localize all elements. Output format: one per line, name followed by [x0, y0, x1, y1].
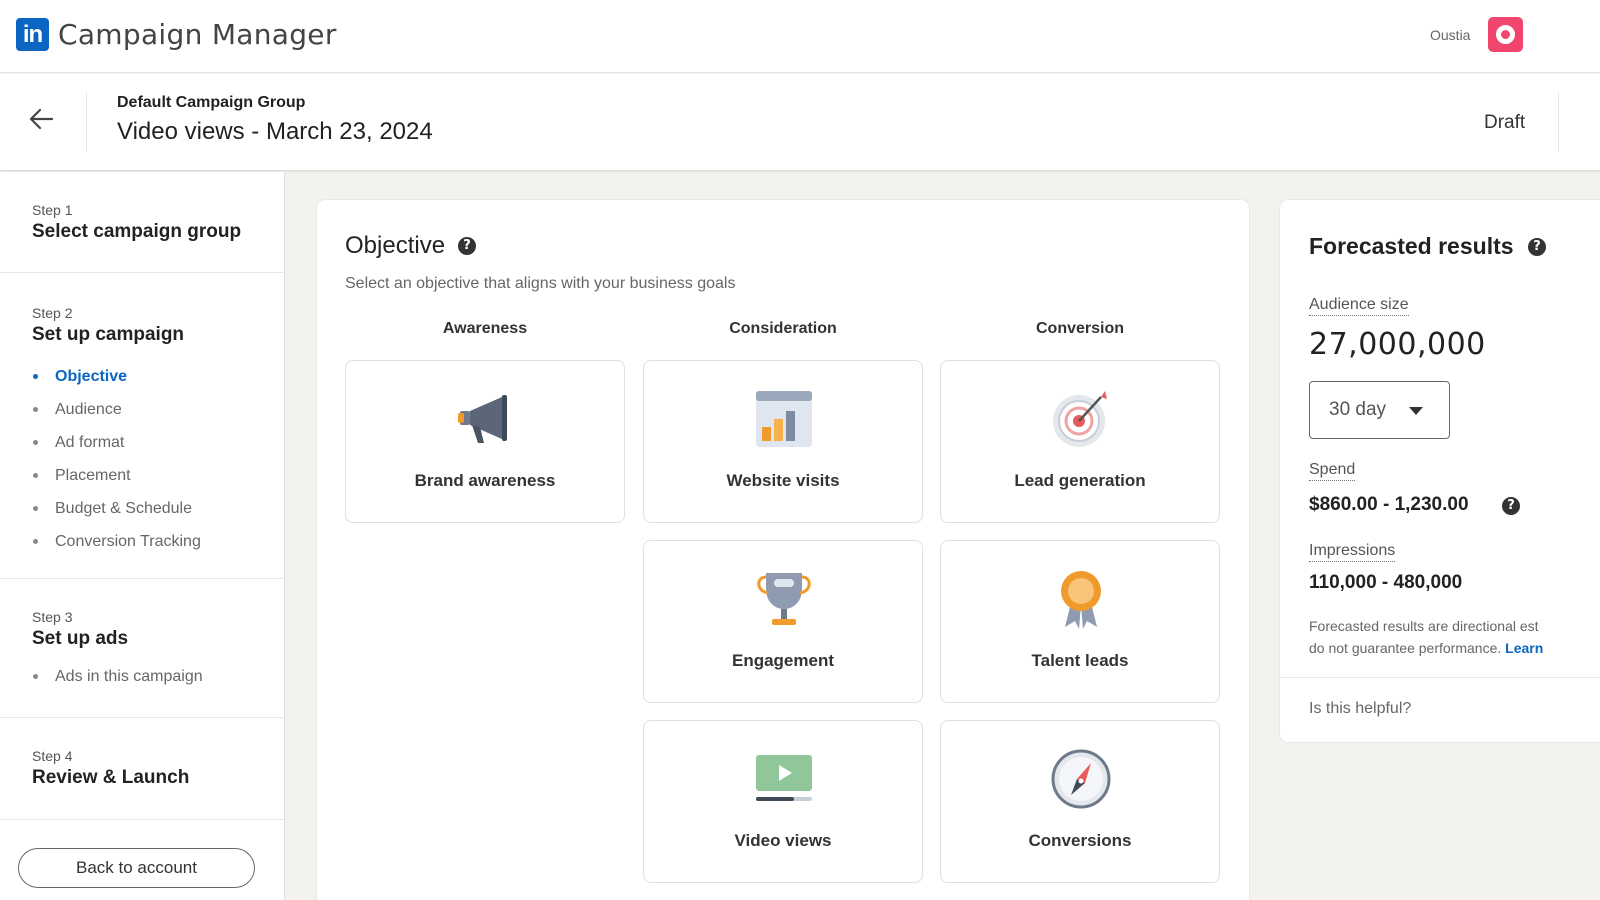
- status-badge: Draft: [1484, 112, 1526, 133]
- divider: [1280, 677, 1600, 678]
- steps-sidebar: Step 1 Select campaign group Step 2 Set …: [0, 172, 285, 900]
- forecast-title: Forecasted results: [1309, 233, 1514, 259]
- spend-value: $860.00 - 1,230.00: [1309, 494, 1469, 515]
- step-title: Set up campaign: [32, 324, 185, 345]
- bullet-icon: [33, 440, 38, 445]
- objective-card: Objective ? Select an objective that ali…: [317, 200, 1249, 900]
- tile-video-views[interactable]: Video views: [643, 720, 923, 883]
- help-icon[interactable]: ?: [1502, 497, 1520, 515]
- campaign-group-name: Default Campaign Group: [117, 94, 306, 111]
- forecast-disclaimer: Forecasted results are directional est d…: [1309, 618, 1544, 656]
- substep-objective[interactable]: Objective: [32, 360, 284, 393]
- help-icon[interactable]: ?: [458, 237, 476, 255]
- audience-size-label[interactable]: Audience size: [1309, 296, 1409, 316]
- column-consideration: Consideration: [729, 320, 837, 337]
- account-ring-icon: [1496, 25, 1515, 44]
- app-title: Campaign Manager: [58, 18, 337, 51]
- forecast-card: Forecasted results ? Audience size 27,00…: [1280, 200, 1600, 742]
- substep-audience[interactable]: Audience: [32, 393, 284, 426]
- tile-lead-generation[interactable]: Lead generation: [940, 360, 1220, 523]
- period-select[interactable]: 30 day: [1309, 381, 1450, 439]
- substep-conversion-tracking[interactable]: Conversion Tracking: [32, 525, 284, 558]
- bullet-icon: [33, 374, 38, 379]
- step-label: Step 2: [32, 305, 73, 321]
- tile-conversions[interactable]: Conversions: [940, 720, 1220, 883]
- period-select-value: 30 day: [1329, 399, 1387, 420]
- step-1[interactable]: Step 1 Select campaign group: [0, 172, 284, 273]
- caret-down-icon: [1409, 407, 1423, 415]
- account-name[interactable]: Oustia: [1430, 27, 1470, 43]
- top-bar: in Campaign Manager Oustia: [0, 0, 1600, 73]
- feedback-prompt[interactable]: Is this helpful?: [1309, 700, 1411, 718]
- substep-placement[interactable]: Placement: [32, 459, 284, 492]
- spend-label[interactable]: Spend: [1309, 461, 1356, 481]
- step-3[interactable]: Step 3 Set up ads Ads in this campaign: [0, 579, 284, 718]
- substep-budget-schedule[interactable]: Budget & Schedule: [32, 492, 284, 525]
- tile-label: Brand awareness: [414, 471, 556, 490]
- target-icon: [1053, 391, 1107, 447]
- step-label: Step 4: [32, 748, 73, 764]
- compass-icon: [1051, 749, 1111, 809]
- bullet-icon: [33, 473, 38, 478]
- tile-website-visits[interactable]: Website visits: [643, 360, 923, 523]
- help-icon[interactable]: ?: [1528, 238, 1546, 256]
- step-2[interactable]: Step 2 Set up campaign Objective Audienc…: [0, 273, 284, 579]
- objective-subtitle: Select an objective that aligns with you…: [345, 275, 736, 292]
- bullet-icon: [33, 539, 38, 544]
- tile-engagement[interactable]: Engagement: [643, 540, 923, 703]
- campaign-header: Default Campaign Group Video views - Mar…: [0, 74, 1600, 171]
- column-conversion: Conversion: [1035, 320, 1124, 337]
- column-awareness: Awareness: [442, 320, 528, 337]
- tile-brand-awareness[interactable]: Brand awareness: [345, 360, 625, 523]
- step-3-substeps: Ads in this campaign: [32, 660, 284, 693]
- bullet-icon: [33, 506, 38, 511]
- step-4[interactable]: Step 4 Review & Launch: [0, 718, 284, 820]
- impressions-label[interactable]: Impressions: [1309, 542, 1396, 562]
- megaphone-icon: [458, 395, 507, 443]
- tile-talent-leads[interactable]: Talent leads: [940, 540, 1220, 703]
- step-title: Select campaign group: [32, 221, 242, 242]
- learn-more-link[interactable]: Learn: [1505, 640, 1543, 656]
- header-divider-right: [1558, 92, 1559, 152]
- bullet-icon: [33, 407, 38, 412]
- step-label: Step 1: [32, 202, 73, 218]
- campaign-name[interactable]: Video views - March 23, 2024: [117, 118, 433, 146]
- objective-title: Objective: [345, 232, 446, 259]
- tile-label: Video views: [734, 831, 832, 850]
- video-player-icon: [756, 755, 812, 801]
- step-title: Review & Launch: [32, 767, 190, 788]
- header-divider: [86, 92, 87, 152]
- tile-label: Engagement: [731, 651, 835, 670]
- account-avatar[interactable]: [1488, 17, 1523, 52]
- back-to-account-button[interactable]: Back to account: [18, 848, 255, 888]
- tile-label: Talent leads: [1031, 651, 1129, 670]
- step-title: Set up ads: [32, 628, 129, 649]
- tile-label: Website visits: [726, 471, 840, 490]
- back-arrow-icon[interactable]: [26, 104, 56, 134]
- tile-label: Conversions: [1028, 831, 1132, 850]
- award-ribbon-icon: [1061, 571, 1101, 629]
- tile-label: Lead generation: [1014, 471, 1146, 490]
- step-label: Step 3: [32, 609, 73, 625]
- substep-ad-format[interactable]: Ad format: [32, 426, 284, 459]
- audience-size-value: 27,000,000: [1309, 327, 1486, 362]
- trophy-icon: [757, 573, 811, 625]
- impressions-value: 110,000 - 480,000: [1309, 572, 1463, 593]
- step-2-substeps: Objective Audience Ad format Placement B…: [32, 360, 284, 558]
- substep-ads-in-campaign[interactable]: Ads in this campaign: [32, 660, 284, 693]
- website-chart-icon: [756, 391, 812, 447]
- linkedin-logo[interactable]: in: [16, 18, 49, 51]
- bullet-icon: [33, 674, 38, 679]
